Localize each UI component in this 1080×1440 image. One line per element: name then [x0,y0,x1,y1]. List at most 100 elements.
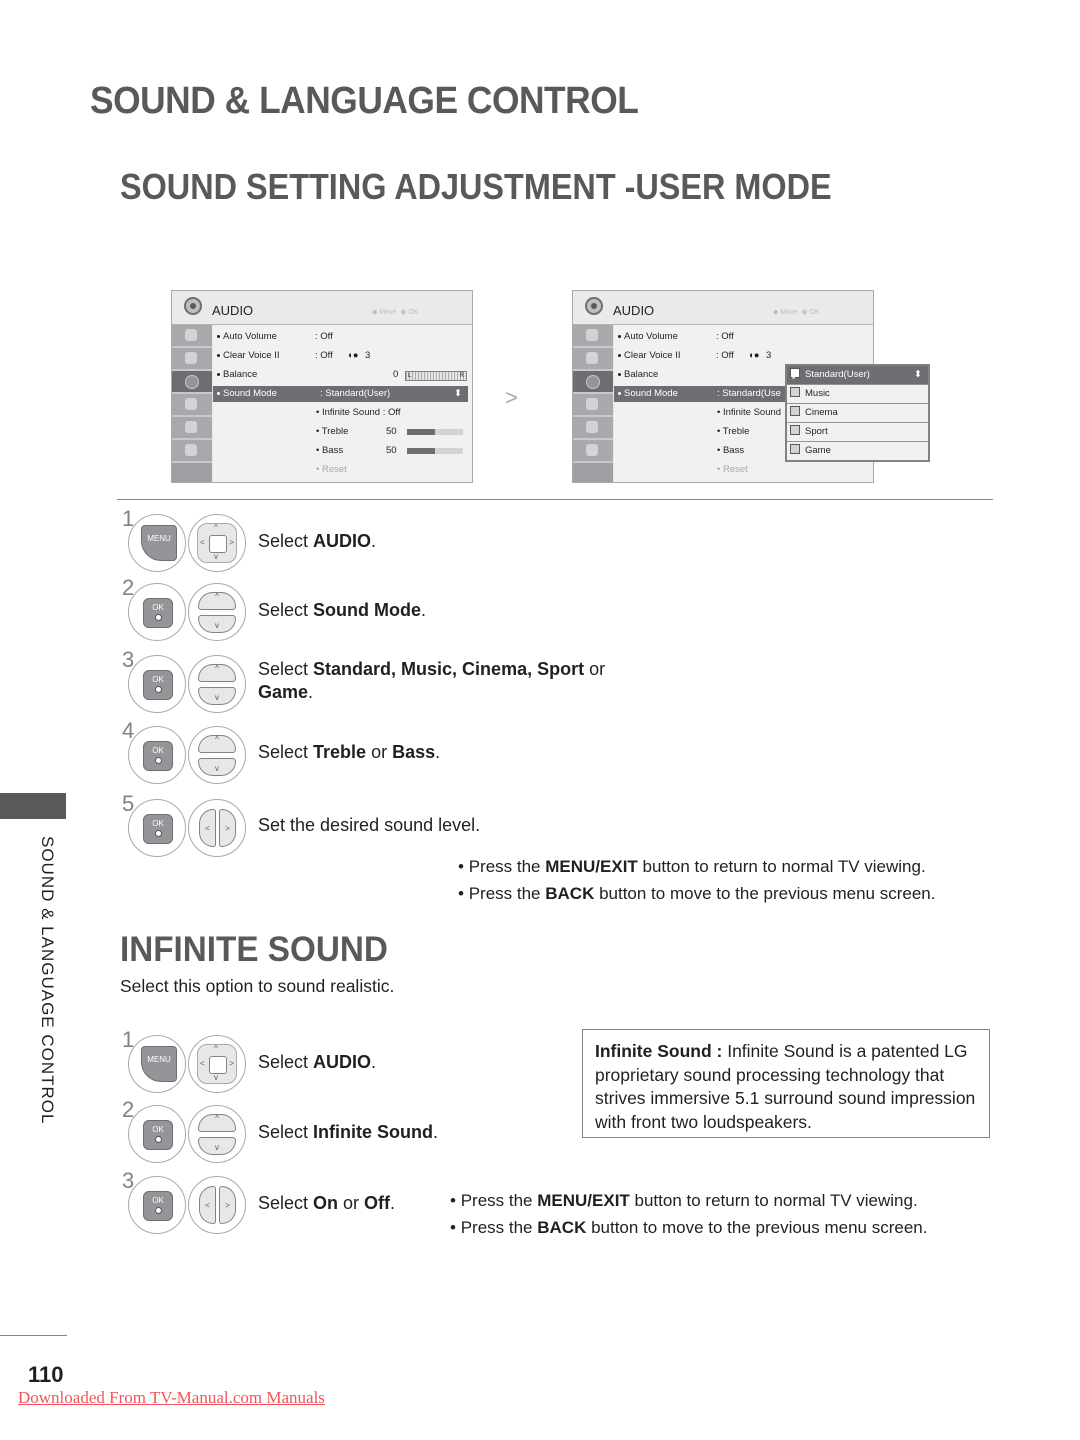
picture-icon [573,325,613,348]
menu-button: MENU [128,514,186,572]
submenu-reset: • Reset [316,464,347,475]
left-right-button: < > [188,1176,246,1234]
voice-icon: ◖● [748,350,760,361]
note-back: • Press the BACK button to move to the p… [450,1218,928,1237]
note-menu-exit: • Press the MENU/EXIT button to return t… [458,857,926,876]
ok-button: OK [128,655,186,713]
audio-icon [172,371,212,394]
screen-icon [172,348,212,371]
menu-item-sound-mode: Sound Mode: Standard(User) ⬍ [213,386,468,402]
menu-title: AUDIO [212,303,254,318]
submenu-bass: • Bass [717,445,745,456]
footer-divider [0,1335,67,1336]
side-chapter-label: SOUND & LANGUAGE CONTROL [38,836,57,1125]
scroll-updown-icon: ⬍ [914,369,922,380]
divider [117,499,993,500]
menu-item-clear-voice: Clear Voice II: Off ◖● 3 [618,348,771,364]
submenu-treble: • Treble [717,426,750,437]
menu-header: AUDIO ◆ Move ◉ OK [172,291,472,325]
checkbox-icon [790,425,800,436]
checkbox-icon [790,387,800,398]
infinite-sound-description: Select this option to sound realistic. [120,976,395,996]
scroll-updown-icon: ⬍ [454,388,462,399]
dpad-button: ^ < > v [188,1035,246,1093]
option-icon [172,440,212,463]
up-down-button: ^ v [188,726,246,784]
up-down-button: ^ v [188,583,246,641]
dropdown-option-sport: Sport [787,423,928,442]
ok-button: OK [128,583,186,641]
option-icon [573,440,613,463]
submenu-infinite-sound: • Infinite Sound : Off [316,407,401,418]
dropdown-option-cinema: Cinema [787,404,928,423]
audio-icon [573,371,613,394]
bass-fill [407,448,435,454]
submenu-infinite-sound: • Infinite Sound [717,407,782,418]
checkbox-checked-icon: ✓ [790,368,800,383]
step-1-text: Select AUDIO. [258,531,377,551]
lock-icon [573,417,613,440]
page-number: 110 [28,1362,64,1387]
checkbox-icon [790,444,800,455]
notes-user-mode: • Press the MENU/EXIT button to return t… [458,853,935,907]
menu-item-balance: Balance [618,367,658,383]
menu-button: MENU [128,1035,186,1093]
ok-button: OK [128,1105,186,1163]
menu-header: AUDIO ◆ Move ◉ OK [573,291,873,325]
step-4-text: Select Treble or Bass. [258,742,441,762]
treble-level-bar [407,429,463,435]
infinite-sound-title: INFINITE SOUND [120,930,388,969]
note-back: • Press the BACK button to move to the p… [458,884,936,903]
menu-sidebar [573,325,613,482]
bass-level-bar [407,448,463,454]
ok-button: OK [128,799,186,857]
screen-icon [573,348,613,371]
time-icon [573,394,613,417]
menu-hint: ◆ Move ◉ OK [773,309,820,316]
menu-sidebar [172,325,212,482]
next-arrow-icon: > [505,385,518,410]
voice-icon: ◖● [347,350,359,361]
left-right-button: < > [188,799,246,857]
checkbox-icon [790,406,800,417]
audio-icon [585,297,603,315]
section-title: SOUND SETTING ADJUSTMENT -USER MODE [120,166,832,207]
infinite-step-1-text: Select AUDIO. [258,1052,377,1072]
picture-icon [172,325,212,348]
lock-icon [172,417,212,440]
menu-item-clear-voice: Clear Voice II: Off ◖● 3 [217,348,370,364]
menu-body: Auto Volume: Off Clear Voice II: Off ◖● 3 … [213,325,472,482]
step-5-text: Set the desired sound level. [258,815,481,835]
menu-hint: ◆ Move ◉ OK [372,309,419,316]
infinite-step-2-text: Select Infinite Sound. [258,1122,439,1142]
audio-menu-screenshot-right: AUDIO ◆ Move ◉ OK Auto Volume: Off Clear… [572,290,930,483]
sound-mode-dropdown: ✓ Standard(User) ⬍ Music Cinema Sport Game [785,364,930,462]
notes-infinite-sound: • Press the MENU/EXIT button to return t… [450,1187,927,1241]
time-icon [172,394,212,417]
audio-menu-screenshot-left: AUDIO ◆ Move ◉ OK Auto Volume: Off Clear… [171,290,473,483]
audio-icon [184,297,202,315]
menu-item-auto-volume: Auto Volume: Off [217,329,333,345]
ok-button: OK [128,1176,186,1234]
treble-fill [407,429,435,435]
infinite-sound-info-box: Infinite Sound : Infinite Sound is a pat… [582,1029,990,1138]
ok-button: OK [128,726,186,784]
note-menu-exit: • Press the MENU/EXIT button to return t… [450,1191,918,1210]
download-source-link[interactable]: Downloaded From TV-Manual.com Manuals [18,1388,325,1408]
balance-slider: LR [405,371,467,381]
up-down-button: ^ v [188,655,246,713]
menu-item-auto-volume: Auto Volume: Off [618,329,734,345]
step-3-text: Select Standard, Music, Cinema, Sport or… [258,659,606,702]
up-down-button: ^ v [188,1105,246,1163]
submenu-reset: • Reset [717,464,748,475]
chapter-tab-marker [0,793,66,819]
chapter-title: SOUND & LANGUAGE CONTROL [90,80,639,122]
menu-title: AUDIO [613,303,655,318]
infinite-step-3-text: Select On or Off. [258,1193,396,1213]
step-2-text: Select Sound Mode. [258,600,427,620]
dropdown-option-standard-user: ✓ Standard(User) ⬍ [787,366,928,385]
menu-item-balance: Balance 0 L R [217,367,467,383]
dropdown-option-music: Music [787,385,928,404]
dpad-button: ^ < > v [188,514,246,572]
dropdown-option-game: Game [787,442,928,460]
